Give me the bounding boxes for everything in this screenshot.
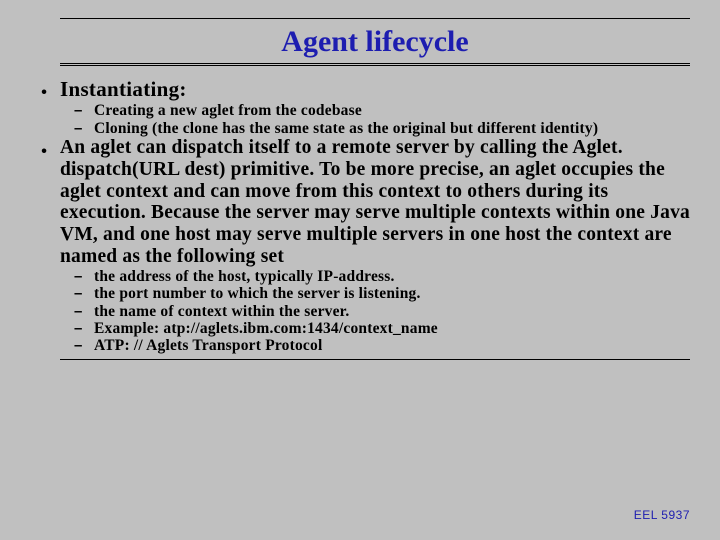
dash-icon: – — [74, 120, 94, 137]
bullet-text: Instantiating: — [60, 78, 187, 102]
bullet-level2: – the port number to which the server is… — [74, 285, 672, 302]
bullet-level1: • Instantiating: — [28, 78, 692, 102]
slide-content: • Instantiating: – Creating a new aglet … — [28, 78, 692, 355]
sub-bullet-text: Example: atp://aglets.ibm.com:1434/conte… — [94, 320, 438, 337]
bullet-level2: – Creating a new aglet from the codebase — [74, 102, 672, 119]
sublist: – Creating a new aglet from the codebase… — [74, 102, 672, 137]
bullet-level1: • An aglet can dispatch itself to a remo… — [28, 137, 692, 268]
sub-bullet-text: the port number to which the server is l… — [94, 285, 421, 302]
dash-icon: – — [74, 337, 94, 354]
bullet-level2: – Example: atp://aglets.ibm.com:1434/con… — [74, 320, 672, 337]
dash-icon: – — [74, 285, 94, 302]
sub-bullet-text: the address of the host, typically IP-ad… — [94, 268, 395, 285]
bullet-level2: – ATP: // Aglets Transport Protocol — [74, 337, 672, 354]
bottom-rule — [60, 359, 690, 360]
bullet-text: An aglet can dispatch itself to a remote… — [60, 137, 692, 268]
sub-bullet-text: Cloning (the clone has the same state as… — [94, 120, 598, 137]
dash-icon: – — [74, 268, 94, 285]
sub-bullet-text: Creating a new aglet from the codebase — [94, 102, 362, 119]
dash-icon: – — [74, 102, 94, 119]
bullet-dot-icon: • — [28, 78, 60, 102]
sub-bullet-text: the name of context within the server. — [94, 303, 349, 320]
sub-bullet-text: ATP: // Aglets Transport Protocol — [94, 337, 322, 354]
slide: Agent lifecycle • Instantiating: – Creat… — [0, 0, 720, 540]
slide-footer: EEL 5937 — [634, 508, 690, 522]
bullet-level2: – the address of the host, typically IP-… — [74, 268, 672, 285]
dash-icon: – — [74, 320, 94, 337]
dash-icon: – — [74, 303, 94, 320]
bullet-level2: – Cloning (the clone has the same state … — [74, 120, 672, 137]
title-rule-box: Agent lifecycle — [60, 18, 690, 66]
sublist: – the address of the host, typically IP-… — [74, 268, 672, 355]
bullet-dot-icon: • — [28, 137, 60, 268]
slide-title: Agent lifecycle — [60, 25, 690, 59]
bullet-level2: – the name of context within the server. — [74, 303, 672, 320]
